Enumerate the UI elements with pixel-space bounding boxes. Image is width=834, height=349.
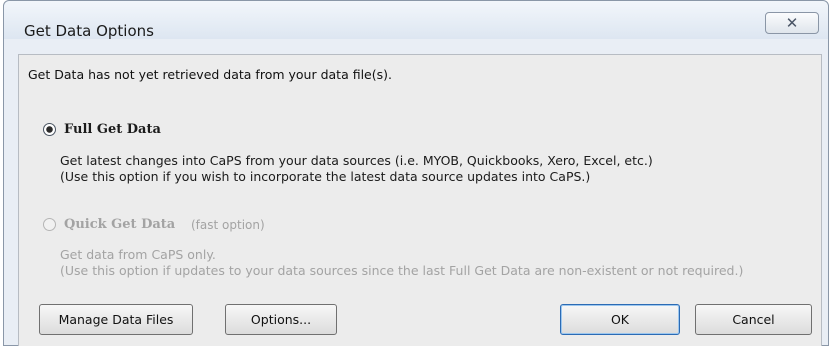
manage-data-files-button[interactable]: Manage Data Files <box>39 304 193 335</box>
close-icon: ✕ <box>785 14 799 32</box>
quick-get-data-radio[interactable] <box>43 218 56 231</box>
full-get-data-radio[interactable] <box>43 123 56 136</box>
full-get-data-description: Get latest changes into CaPS from your d… <box>60 153 653 168</box>
quick-get-data-note: (Use this option if updates to your data… <box>60 263 744 278</box>
quick-get-data-label[interactable]: Quick Get Data <box>64 217 175 232</box>
quick-get-data-hint: (fast option) <box>191 218 265 232</box>
intro-text: Get Data has not yet retrieved data from… <box>28 67 392 82</box>
dialog-body: Get Data has not yet retrieved data from… <box>18 54 822 346</box>
get-data-options-dialog: Get Data Options ✕ Get Data has not yet … <box>3 0 829 346</box>
full-get-data-label[interactable]: Full Get Data <box>64 122 161 137</box>
dialog-title: Get Data Options <box>24 22 154 40</box>
cancel-button[interactable]: Cancel <box>695 304 812 335</box>
close-button[interactable]: ✕ <box>765 12 819 34</box>
full-get-data-note: (Use this option if you wish to incorpor… <box>60 169 591 184</box>
ok-button[interactable]: OK <box>560 304 680 335</box>
options-button[interactable]: Options... <box>225 304 337 335</box>
quick-get-data-description: Get data from CaPS only. <box>60 247 216 262</box>
title-bar[interactable]: Get Data Options ✕ <box>4 1 828 40</box>
